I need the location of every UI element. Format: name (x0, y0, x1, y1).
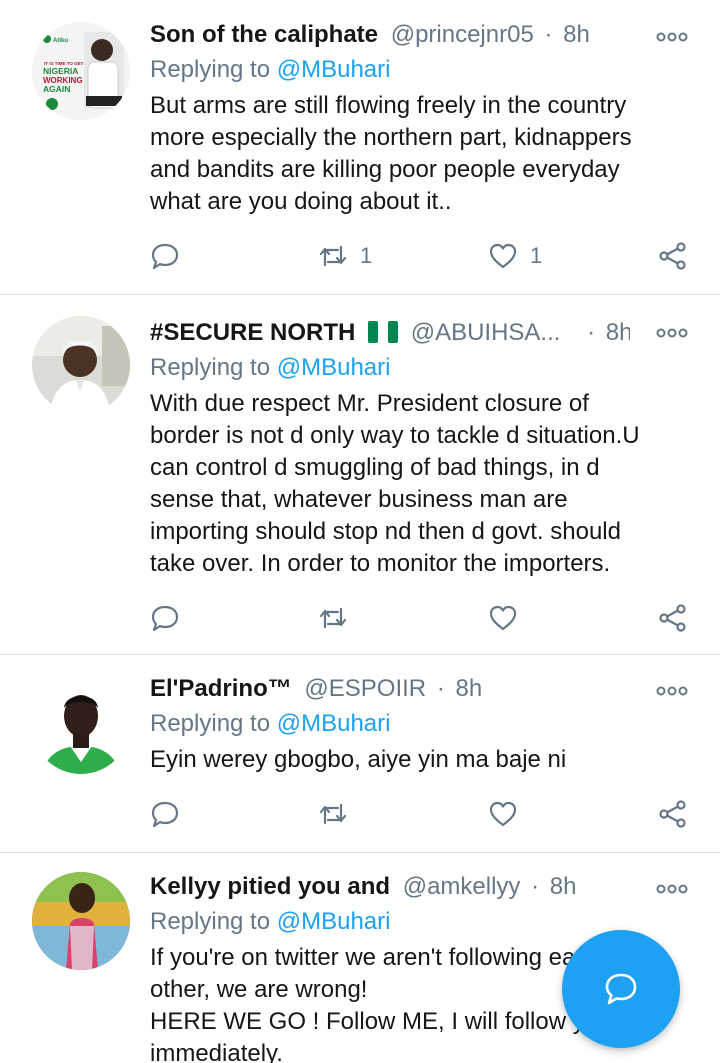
reply-button[interactable] (150, 798, 180, 830)
separator-dot: · (436, 675, 445, 702)
replying-to-label: Replying to (150, 354, 271, 381)
username[interactable]: @amkellyy (403, 873, 521, 900)
share-icon (659, 604, 686, 632)
tweet-header: Son of the caliphate @princejnr05 · 8h (150, 18, 630, 52)
tweet-text-line: can control d smuggling of bad things, i… (150, 454, 600, 481)
more-options-icon[interactable] (656, 326, 688, 340)
like-count: 1 (530, 243, 543, 268)
reply-icon (151, 243, 179, 270)
compose-reply-icon (605, 973, 637, 1005)
tweet-text-line: importing should stop nd then d govt. sh… (150, 518, 621, 545)
tweet-text-line: what are you doing about it.. (150, 188, 452, 215)
retweet-icon (319, 245, 347, 267)
replying-to-handle[interactable]: @MBuhari (277, 710, 391, 737)
replying-to-label: Replying to (150, 710, 271, 737)
separator-dot: · (587, 319, 596, 346)
display-name[interactable]: #SECURE NORTH (150, 319, 355, 346)
reply-button[interactable] (150, 240, 180, 272)
replying-to: Replying to @MBuhari (150, 54, 390, 86)
avatar-image (32, 316, 130, 414)
tweet-text-line: But arms are still flowing freely in the… (150, 92, 627, 119)
compose-reply-button[interactable] (562, 930, 680, 1048)
tweet-text-line: border is not d only way to tackle d sit… (150, 422, 640, 449)
avatar[interactable] (32, 872, 130, 970)
timestamp[interactable]: 8h (550, 873, 577, 900)
share-button[interactable] (658, 240, 688, 272)
tweet-text-line: sense that, whatever business man are (150, 486, 568, 513)
avatar[interactable] (32, 676, 130, 774)
nigeria-flag-icon (368, 321, 399, 343)
share-icon (659, 242, 686, 270)
separator-dot: · (531, 873, 540, 900)
retweet-count: 1 (360, 243, 373, 268)
like-icon (489, 605, 517, 631)
timestamp[interactable]: 8h (606, 319, 630, 346)
reply-button[interactable] (150, 602, 180, 634)
action-bar (0, 798, 720, 830)
tweet-text: With due respect Mr. President closure o… (150, 388, 690, 580)
display-name[interactable]: El'Padrino™ (150, 675, 292, 702)
share-icon (659, 800, 686, 828)
avatar-slogan-4: AGAIN (43, 84, 70, 94)
more-options-icon[interactable] (656, 30, 688, 44)
timestamp[interactable]: 8h (455, 675, 482, 702)
share-button[interactable] (658, 798, 688, 830)
tweet-1[interactable]: Atiku IT IS TIME TO GET NIGERIA WORKING … (0, 18, 720, 278)
tweet-2[interactable]: #SECURE NORTH @ABUIHSA... · 8h Replying … (0, 316, 720, 638)
tweet-text-line: more especially the northern part, kidna… (150, 124, 632, 151)
username[interactable]: @princejnr05 (391, 21, 534, 48)
avatar-brand-text: Atiku (53, 38, 68, 44)
avatar-image (32, 872, 130, 970)
tweet-text: Eyin werey gbogbo, aiye yin ma baje ni (150, 744, 690, 776)
replying-to-label: Replying to (150, 908, 271, 935)
more-options-icon[interactable] (656, 882, 688, 896)
tweet-text-line: With due respect Mr. President closure o… (150, 390, 589, 417)
display-name[interactable]: Son of the caliphate (150, 21, 378, 48)
action-bar: 1 1 (0, 240, 720, 272)
like-button[interactable] (488, 602, 518, 634)
separator-dot: · (544, 21, 553, 48)
replying-to-label: Replying to (150, 56, 271, 83)
tweet-text-line: take over. In order to monitor the impor… (150, 550, 611, 577)
like-icon (489, 243, 517, 269)
share-button[interactable] (658, 602, 688, 634)
action-bar (0, 602, 720, 634)
tweet-text-line: and bandits are killing poor people ever… (150, 156, 620, 183)
avatar-slogan-2: NIGERIA (43, 66, 78, 76)
replying-to-handle[interactable]: @MBuhari (277, 354, 391, 381)
tweet-3[interactable]: El'Padrino™ @ESPOIIR · 8h Replying to @M… (0, 672, 720, 832)
username[interactable]: @ABUIHSA... (411, 319, 561, 346)
timestamp[interactable]: 8h (563, 21, 590, 48)
replying-to: Replying to @MBuhari (150, 352, 390, 384)
avatar-image: Atiku IT IS TIME TO GET NIGERIA WORKING … (32, 22, 130, 120)
like-button[interactable]: 1 (488, 240, 542, 272)
avatar[interactable] (32, 316, 130, 414)
avatar-image (32, 676, 130, 774)
replying-to: Replying to @MBuhari (150, 906, 390, 938)
replying-to-handle[interactable]: @MBuhari (277, 56, 391, 83)
like-button[interactable] (488, 798, 518, 830)
tweet-header: Kellyy pitied you and @amkellyy · 8h (150, 870, 630, 904)
replying-to-handle[interactable]: @MBuhari (277, 908, 391, 935)
tweet-header: #SECURE NORTH @ABUIHSA... · 8h (150, 316, 630, 350)
retweet-button[interactable] (318, 798, 348, 830)
display-name[interactable]: Kellyy pitied you and (150, 873, 390, 900)
avatar[interactable]: Atiku IT IS TIME TO GET NIGERIA WORKING … (32, 22, 130, 120)
tweet-text: But arms are still flowing freely in the… (150, 90, 690, 218)
retweet-icon (319, 803, 347, 825)
retweet-button[interactable]: 1 (318, 240, 372, 272)
retweet-icon (319, 607, 347, 629)
tweet-divider (0, 654, 720, 655)
tweet-text-line: Eyin werey gbogbo, aiye yin ma baje ni (150, 746, 567, 773)
replying-to: Replying to @MBuhari (150, 708, 390, 740)
username[interactable]: @ESPOIIR (304, 675, 426, 702)
reply-icon (151, 605, 179, 632)
retweet-button[interactable] (318, 602, 348, 634)
like-icon (489, 801, 517, 827)
tweet-header: El'Padrino™ @ESPOIIR · 8h (150, 672, 630, 706)
more-options-icon[interactable] (656, 684, 688, 698)
tweet-divider (0, 294, 720, 295)
reply-icon (151, 801, 179, 828)
tweet-divider (0, 852, 720, 853)
